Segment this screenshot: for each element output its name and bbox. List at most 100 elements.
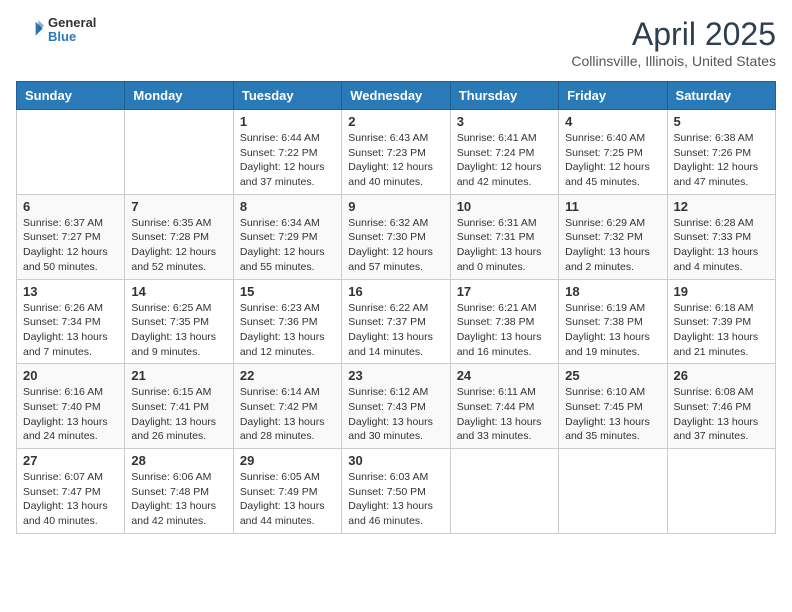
day-info: Sunrise: 6:43 AM Sunset: 7:23 PM Dayligh… [348,131,443,190]
daylight-text: Daylight: 13 hours and 30 minutes. [348,416,433,443]
day-number: 11 [565,199,660,214]
day-number: 24 [457,368,552,383]
day-number: 4 [565,114,660,129]
sunrise-text: Sunrise: 6:08 AM [674,386,754,398]
day-info: Sunrise: 6:35 AM Sunset: 7:28 PM Dayligh… [131,216,226,275]
day-number: 27 [23,453,118,468]
sunrise-text: Sunrise: 6:37 AM [23,217,103,229]
calendar-week-row: 13 Sunrise: 6:26 AM Sunset: 7:34 PM Dayl… [17,279,776,364]
calendar-cell: 3 Sunrise: 6:41 AM Sunset: 7:24 PM Dayli… [450,110,558,195]
sunrise-text: Sunrise: 6:05 AM [240,471,320,483]
calendar-cell: 11 Sunrise: 6:29 AM Sunset: 7:32 PM Dayl… [559,194,667,279]
logo: General Blue [16,16,96,45]
calendar-cell: 2 Sunrise: 6:43 AM Sunset: 7:23 PM Dayli… [342,110,450,195]
sunrise-text: Sunrise: 6:41 AM [457,132,537,144]
daylight-text: Daylight: 12 hours and 40 minutes. [348,161,433,188]
calendar-cell: 27 Sunrise: 6:07 AM Sunset: 7:47 PM Dayl… [17,449,125,534]
sunrise-text: Sunrise: 6:07 AM [23,471,103,483]
daylight-text: Daylight: 13 hours and 33 minutes. [457,416,542,443]
daylight-text: Daylight: 12 hours and 37 minutes. [240,161,325,188]
daylight-text: Daylight: 13 hours and 26 minutes. [131,416,216,443]
day-info: Sunrise: 6:19 AM Sunset: 7:38 PM Dayligh… [565,301,660,360]
sunset-text: Sunset: 7:36 PM [240,316,318,328]
day-info: Sunrise: 6:29 AM Sunset: 7:32 PM Dayligh… [565,216,660,275]
calendar-cell: 21 Sunrise: 6:15 AM Sunset: 7:41 PM Dayl… [125,364,233,449]
day-info: Sunrise: 6:38 AM Sunset: 7:26 PM Dayligh… [674,131,769,190]
day-info: Sunrise: 6:08 AM Sunset: 7:46 PM Dayligh… [674,385,769,444]
calendar-cell: 20 Sunrise: 6:16 AM Sunset: 7:40 PM Dayl… [17,364,125,449]
day-info: Sunrise: 6:14 AM Sunset: 7:42 PM Dayligh… [240,385,335,444]
calendar-cell: 14 Sunrise: 6:25 AM Sunset: 7:35 PM Dayl… [125,279,233,364]
day-number: 20 [23,368,118,383]
calendar-cell: 10 Sunrise: 6:31 AM Sunset: 7:31 PM Dayl… [450,194,558,279]
day-number: 13 [23,284,118,299]
calendar-cell [17,110,125,195]
day-number: 19 [674,284,769,299]
day-info: Sunrise: 6:41 AM Sunset: 7:24 PM Dayligh… [457,131,552,190]
sunset-text: Sunset: 7:33 PM [674,231,752,243]
sunset-text: Sunset: 7:37 PM [348,316,426,328]
logo-line1: General [48,16,96,30]
day-number: 21 [131,368,226,383]
weekday-header: Sunday [17,82,125,110]
day-number: 29 [240,453,335,468]
calendar-cell: 12 Sunrise: 6:28 AM Sunset: 7:33 PM Dayl… [667,194,775,279]
day-number: 23 [348,368,443,383]
day-info: Sunrise: 6:15 AM Sunset: 7:41 PM Dayligh… [131,385,226,444]
sunrise-text: Sunrise: 6:26 AM [23,302,103,314]
daylight-text: Daylight: 13 hours and 28 minutes. [240,416,325,443]
sunset-text: Sunset: 7:43 PM [348,401,426,413]
location: Collinsville, Illinois, United States [571,53,776,69]
sunset-text: Sunset: 7:40 PM [23,401,101,413]
day-number: 15 [240,284,335,299]
sunrise-text: Sunrise: 6:11 AM [457,386,536,398]
day-number: 16 [348,284,443,299]
daylight-text: Daylight: 12 hours and 45 minutes. [565,161,650,188]
sunrise-text: Sunrise: 6:28 AM [674,217,754,229]
calendar-cell: 7 Sunrise: 6:35 AM Sunset: 7:28 PM Dayli… [125,194,233,279]
day-number: 28 [131,453,226,468]
daylight-text: Daylight: 13 hours and 44 minutes. [240,500,325,527]
calendar-cell: 22 Sunrise: 6:14 AM Sunset: 7:42 PM Dayl… [233,364,341,449]
calendar-cell [559,449,667,534]
daylight-text: Daylight: 13 hours and 46 minutes. [348,500,433,527]
sunrise-text: Sunrise: 6:06 AM [131,471,211,483]
sunset-text: Sunset: 7:34 PM [23,316,101,328]
sunset-text: Sunset: 7:48 PM [131,486,209,498]
day-info: Sunrise: 6:12 AM Sunset: 7:43 PM Dayligh… [348,385,443,444]
day-info: Sunrise: 6:25 AM Sunset: 7:35 PM Dayligh… [131,301,226,360]
calendar-cell: 6 Sunrise: 6:37 AM Sunset: 7:27 PM Dayli… [17,194,125,279]
daylight-text: Daylight: 13 hours and 0 minutes. [457,246,542,273]
calendar-week-row: 6 Sunrise: 6:37 AM Sunset: 7:27 PM Dayli… [17,194,776,279]
day-info: Sunrise: 6:07 AM Sunset: 7:47 PM Dayligh… [23,470,118,529]
daylight-text: Daylight: 13 hours and 9 minutes. [131,331,216,358]
sunrise-text: Sunrise: 6:12 AM [348,386,428,398]
day-info: Sunrise: 6:05 AM Sunset: 7:49 PM Dayligh… [240,470,335,529]
day-info: Sunrise: 6:18 AM Sunset: 7:39 PM Dayligh… [674,301,769,360]
sunrise-text: Sunrise: 6:22 AM [348,302,428,314]
weekday-header: Saturday [667,82,775,110]
sunset-text: Sunset: 7:38 PM [457,316,535,328]
day-info: Sunrise: 6:37 AM Sunset: 7:27 PM Dayligh… [23,216,118,275]
sunset-text: Sunset: 7:25 PM [565,147,643,159]
day-info: Sunrise: 6:22 AM Sunset: 7:37 PM Dayligh… [348,301,443,360]
calendar-cell: 13 Sunrise: 6:26 AM Sunset: 7:34 PM Dayl… [17,279,125,364]
weekday-header: Tuesday [233,82,341,110]
sunrise-text: Sunrise: 6:31 AM [457,217,537,229]
daylight-text: Daylight: 13 hours and 37 minutes. [674,416,759,443]
logo-line2: Blue [48,30,96,44]
sunset-text: Sunset: 7:45 PM [565,401,643,413]
daylight-text: Daylight: 13 hours and 40 minutes. [23,500,108,527]
sunset-text: Sunset: 7:24 PM [457,147,535,159]
sunrise-text: Sunrise: 6:21 AM [457,302,537,314]
sunset-text: Sunset: 7:32 PM [565,231,643,243]
calendar-cell: 26 Sunrise: 6:08 AM Sunset: 7:46 PM Dayl… [667,364,775,449]
weekday-header: Monday [125,82,233,110]
calendar-cell: 18 Sunrise: 6:19 AM Sunset: 7:38 PM Dayl… [559,279,667,364]
sunrise-text: Sunrise: 6:35 AM [131,217,211,229]
day-number: 30 [348,453,443,468]
sunset-text: Sunset: 7:28 PM [131,231,209,243]
calendar-cell: 19 Sunrise: 6:18 AM Sunset: 7:39 PM Dayl… [667,279,775,364]
sunset-text: Sunset: 7:22 PM [240,147,318,159]
daylight-text: Daylight: 13 hours and 35 minutes. [565,416,650,443]
